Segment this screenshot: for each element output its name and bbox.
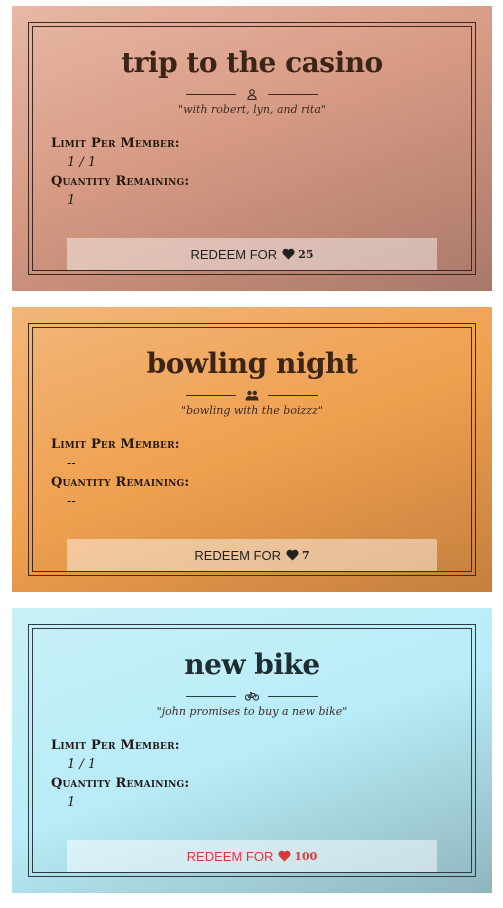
person-icon [245, 88, 259, 100]
limit-per-member-value: 1 / 1 [67, 155, 97, 170]
limit-per-member-label: Limit Per Member: [51, 738, 180, 753]
redeem-cost: 7 [302, 548, 310, 562]
limit-per-member-label: Limit Per Member: [51, 136, 180, 151]
redeem-button[interactable]: REDEEM FOR 25 [67, 238, 437, 270]
title-divider [29, 689, 475, 703]
quantity-remaining-value: 1 [67, 193, 76, 208]
card-frame: bowling night "bowling with the boizzz" … [28, 323, 476, 576]
redeem-button[interactable]: REDEEM FOR 100 [67, 840, 437, 872]
bicycle-icon [245, 690, 259, 702]
card-frame: new bike "john promises to buy a new bik… [28, 624, 476, 877]
reward-description: "john promises to buy a new bike" [156, 705, 348, 718]
reward-title: new bike [184, 648, 320, 681]
title-divider [29, 388, 475, 402]
divider-line [268, 695, 318, 697]
heart-icon [282, 248, 295, 260]
divider-line [268, 93, 318, 95]
heart-icon [278, 850, 291, 862]
redeem-label: REDEEM FOR [186, 848, 274, 864]
reward-title: trip to the casino [121, 46, 383, 79]
quantity-remaining-label: Quantity Remaining: [51, 174, 190, 189]
reward-description: "bowling with the boizzz" [181, 404, 323, 417]
card-frame: trip to the casino "with robert, lyn, an… [28, 22, 476, 275]
reward-title: bowling night [146, 347, 358, 380]
redeem-cost: 25 [298, 247, 314, 261]
limit-per-member-value: -- [67, 456, 76, 471]
redeem-cost: 100 [294, 849, 318, 863]
redeem-label: REDEEM FOR [190, 246, 278, 262]
quantity-remaining-value: -- [67, 494, 76, 509]
redeem-label: REDEEM FOR [194, 547, 281, 563]
limit-per-member-label: Limit Per Member: [51, 437, 180, 452]
quantity-remaining-value: 1 [67, 795, 76, 810]
title-divider [29, 87, 475, 101]
divider-line [186, 93, 236, 95]
reward-card: trip to the casino "with robert, lyn, an… [12, 6, 492, 291]
divider-line [268, 394, 318, 396]
heart-icon [286, 549, 299, 561]
divider-line [186, 394, 236, 396]
redeem-button[interactable]: REDEEM FOR 7 [67, 539, 437, 571]
quantity-remaining-label: Quantity Remaining: [51, 776, 190, 791]
reward-card: bowling night "bowling with the boizzz" … [12, 307, 492, 592]
group-icon [245, 389, 259, 401]
limit-per-member-value: 1 / 1 [67, 757, 97, 772]
reward-card: new bike "john promises to buy a new bik… [12, 608, 492, 893]
divider-line [186, 695, 236, 697]
quantity-remaining-label: Quantity Remaining: [51, 475, 190, 490]
reward-description: "with robert, lyn, and rita" [178, 103, 326, 116]
